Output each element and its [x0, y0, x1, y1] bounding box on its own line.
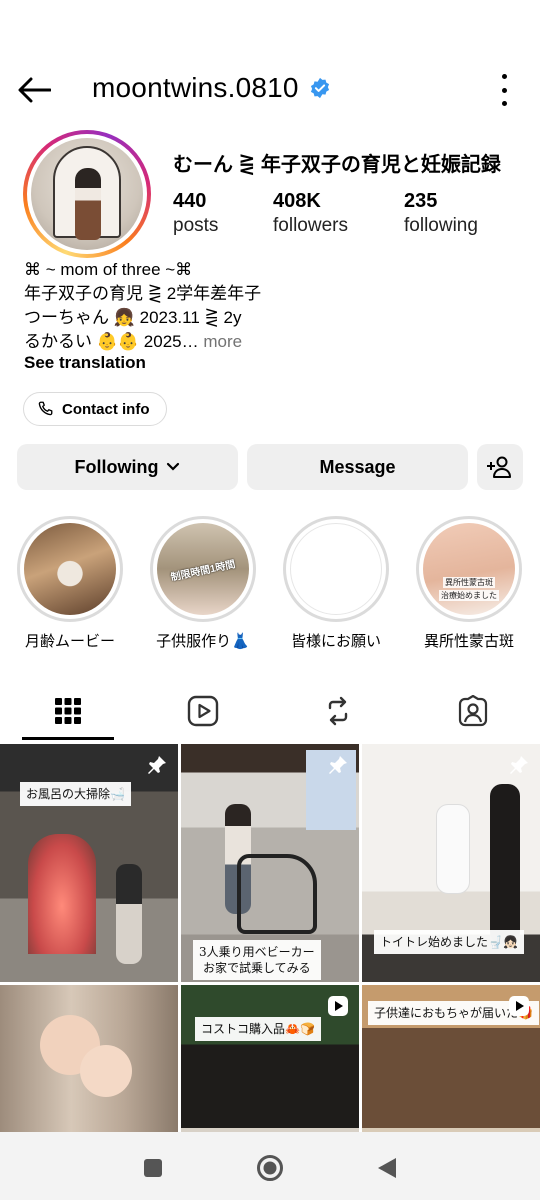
post-thumbnail[interactable] — [0, 985, 178, 1132]
verified-badge-icon — [310, 77, 329, 99]
highlight-item[interactable]: 制限時間1時間 子供服作り👗 — [143, 516, 263, 651]
post-thumbnail[interactable]: お風呂の大掃除🛁 — [0, 744, 178, 982]
bio-line: るかるい 👶👶 2025… more — [24, 332, 243, 351]
bio-line: ⌘ ~ mom of three ~⌘ — [24, 260, 193, 279]
see-translation-link[interactable]: See translation — [24, 353, 146, 373]
suggested-accounts-button[interactable] — [477, 444, 523, 490]
more-options-button[interactable] — [498, 74, 510, 106]
avatar — [31, 138, 143, 250]
highlight-label: 異所性蒙古斑 — [423, 633, 514, 650]
active-tab-indicator — [22, 737, 114, 740]
bio-line: つーちゃん 👧 2023.11 ⋛ 2y — [24, 308, 242, 327]
highlight-item[interactable]: 皆様にお願い — [276, 516, 396, 651]
highlight-cover: 制限時間1時間 — [157, 523, 249, 615]
following-button[interactable]: Following — [17, 444, 238, 490]
reel-icon — [509, 996, 529, 1016]
post-thumbnail[interactable]: 子供達におもちゃが届いた🎁 — [362, 985, 540, 1132]
tab-reels[interactable] — [135, 682, 270, 740]
post-thumbnail[interactable]: トイトレ始めました🚽👧🏻 — [362, 744, 540, 982]
reels-icon — [187, 695, 218, 727]
highlight-cover: 異所性蒙古斑 治療始めました — [423, 523, 515, 615]
profile-username: moontwins.0810 — [92, 72, 331, 104]
post-caption: お風呂の大掃除🛁 — [20, 782, 131, 806]
post-thumbnail[interactable]: コストコ購入品🦀🍞 — [181, 985, 359, 1132]
message-label: Message — [319, 456, 396, 477]
back-button[interactable] — [14, 72, 54, 108]
story-highlights: 月齢ムービー 制限時間1時間 子供服作り👗 皆様にお願い 異所性蒙古斑 治療始め… — [0, 516, 540, 656]
nav-back-button[interactable] — [373, 1154, 401, 1182]
post-thumbnail[interactable]: 3人乗り用ベビーカー お家で試乗してみる — [181, 744, 359, 982]
stat-followers[interactable]: 408K followers — [273, 188, 404, 238]
profile-header: moontwins.0810 — [0, 60, 540, 120]
highlight-cover-text: 治療始めました — [439, 590, 499, 601]
highlight-cover — [24, 523, 116, 615]
grid-icon — [54, 698, 81, 724]
message-button[interactable]: Message — [247, 444, 468, 490]
bio-more-link[interactable]: more — [199, 332, 242, 351]
username-text: moontwins.0810 — [92, 72, 299, 103]
pin-icon — [510, 756, 528, 774]
profile-avatar-story-ring[interactable] — [23, 130, 151, 258]
nav-recents-button[interactable] — [139, 1154, 167, 1182]
nav-home-icon — [257, 1155, 283, 1181]
pin-icon — [148, 756, 166, 774]
profile-bio: ⌘ ~ mom of three ~⌘ 年子双子の育児 ⋛ 2学年差年子 つーち… — [24, 258, 261, 354]
post-caption: コストコ購入品🦀🍞 — [195, 1017, 321, 1041]
tab-tagged[interactable] — [405, 682, 540, 740]
display-name: むーん ⋛ 年子双子の育児と妊娠記録 — [173, 154, 501, 176]
back-arrow-icon — [18, 77, 51, 103]
highlight-cover-text: 制限時間1時間 — [170, 558, 237, 584]
highlight-label: 皆様にお願い — [290, 633, 381, 650]
highlight-cover — [290, 523, 382, 615]
nav-home-button[interactable] — [256, 1154, 284, 1182]
nav-back-icon — [378, 1158, 396, 1178]
post-caption: 3人乗り用ベビーカー お家で試乗してみる — [193, 940, 321, 980]
highlight-label: 月齢ムービー — [24, 633, 115, 650]
system-navigation-bar — [0, 1132, 540, 1200]
chevron-down-icon — [167, 462, 180, 471]
profile-content-tabs — [0, 682, 540, 740]
phone-icon — [38, 401, 53, 416]
nav-recents-icon — [144, 1159, 162, 1177]
highlight-cover-text: 異所性蒙古斑 — [443, 577, 495, 588]
stat-posts[interactable]: 440 posts — [173, 188, 273, 238]
add-person-icon — [487, 456, 511, 478]
following-label: Following — [74, 456, 159, 477]
more-options-icon — [501, 74, 507, 79]
contact-info-label: Contact info — [62, 400, 150, 418]
posts-grid: お風呂の大掃除🛁 3人乗り用ベビーカー お家で試乗してみる トイトレ始めました🚽… — [0, 744, 540, 1132]
tagged-icon — [458, 695, 487, 727]
highlight-label: 子供服作り👗 — [156, 633, 250, 650]
reel-icon — [328, 996, 348, 1016]
post-caption: トイトレ始めました🚽👧🏻 — [374, 930, 524, 954]
contact-info-button[interactable]: Contact info — [23, 392, 167, 426]
tab-reposts[interactable] — [270, 682, 405, 740]
bio-line: 年子双子の育児 ⋛ 2学年差年子 — [24, 284, 262, 303]
highlight-item[interactable]: 月齢ムービー — [10, 516, 130, 651]
pin-icon — [329, 756, 347, 774]
stat-following[interactable]: 235 following — [404, 188, 504, 238]
tab-posts-grid[interactable] — [0, 682, 135, 740]
highlight-item[interactable]: 異所性蒙古斑 治療始めました 異所性蒙古斑 — [409, 516, 529, 651]
reposts-icon — [328, 696, 347, 726]
profile-stats: 440 posts 408K followers 235 following — [173, 188, 504, 238]
